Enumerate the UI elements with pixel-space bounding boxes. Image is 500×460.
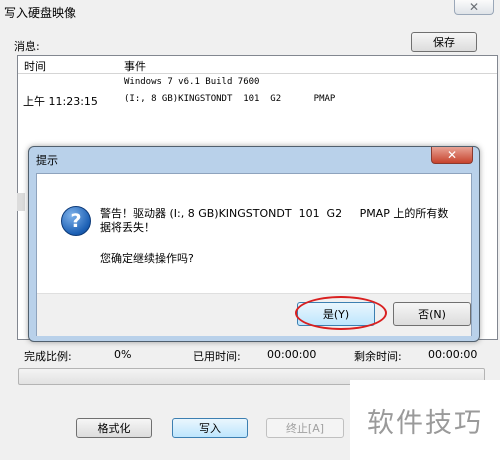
dialog-body: ? 警告！驱动器 (I:, 8 GB)KINGSTONDT 101 G2 PMA… — [36, 173, 472, 336]
column-header-time[interactable]: 时间 — [24, 58, 46, 74]
dialog-close-button[interactable]: ✕ — [431, 147, 473, 164]
remaining-label: 剩余时间: — [354, 350, 402, 363]
log-row-1-event: Windows 7 v6.1 Build 7600 — [124, 77, 260, 87]
format-button[interactable]: 格式化 — [76, 418, 152, 438]
confirm-dialog: 提示 ✕ ? 警告！驱动器 (I:, 8 GB)KINGSTONDT 101 G… — [28, 146, 480, 342]
dialog-title: 提示 — [36, 154, 58, 167]
elapsed-value: 00:00:00 — [267, 348, 317, 361]
dialog-footer: 是(Y) 否(N) — [37, 293, 471, 336]
remaining-value: 00:00:00 — [428, 348, 478, 361]
question-icon: ? — [61, 206, 91, 236]
no-button[interactable]: 否(N) — [393, 302, 471, 326]
abort-button[interactable]: 终止[A] — [266, 418, 344, 438]
write-button[interactable]: 写入 — [172, 418, 248, 438]
confirm-question: 您确定继续操作吗? — [100, 252, 194, 265]
log-scrollbar[interactable] — [17, 193, 25, 211]
highlight-circle — [295, 296, 387, 330]
log-row-2-time: 上午 11:23:15 — [23, 95, 98, 108]
messages-label: 消息: — [14, 40, 40, 53]
column-header-event[interactable]: 事件 — [124, 58, 146, 74]
window-title: 写入硬盘映像 — [4, 6, 77, 20]
dialog-content: ? 警告！驱动器 (I:, 8 GB)KINGSTONDT 101 G2 PMA… — [37, 174, 471, 293]
complete-label: 完成比例: — [24, 350, 72, 363]
watermark: 软件技巧 — [350, 380, 500, 460]
window-close-button[interactable]: ✕ — [454, 0, 494, 15]
complete-value: 0% — [114, 348, 132, 361]
elapsed-label: 已用时间: — [193, 350, 241, 363]
warning-text-line2: 据将丢失！ — [100, 221, 155, 234]
log-row-2-event: (I:, 8 GB)KINGSTONDT 101 G2 PMAP — [124, 94, 336, 104]
log-header: 时间 事件 — [18, 56, 497, 74]
save-button[interactable]: 保存 — [411, 32, 477, 52]
